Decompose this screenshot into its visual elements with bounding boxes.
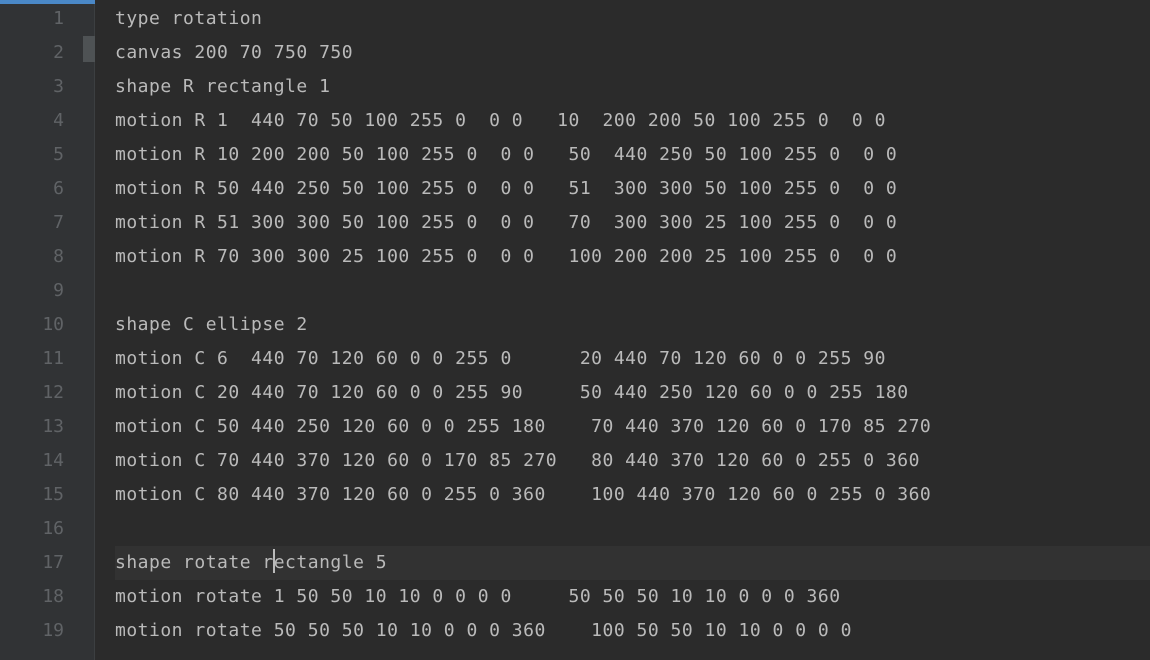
code-line[interactable]: motion C 70 440 370 120 60 0 170 85 270 …: [115, 444, 1150, 478]
code-line[interactable]: motion R 10 200 200 50 100 255 0 0 0 50 …: [115, 138, 1150, 172]
code-text: motion R 1 440 70 50 100 255 0 0 0 10 20…: [115, 110, 886, 131]
line-number: 14: [0, 444, 94, 478]
code-text: canvas 200 70 750 750: [115, 42, 353, 63]
line-number: 3: [0, 70, 94, 104]
code-line[interactable]: motion rotate 50 50 50 10 10 0 0 0 360 1…: [115, 614, 1150, 648]
line-marker: [83, 36, 95, 62]
code-text: shape C ellipse 2: [115, 314, 308, 335]
line-number: 19: [0, 614, 94, 648]
line-number: 7: [0, 206, 94, 240]
line-number: 13: [0, 410, 94, 444]
code-text: motion C 80 440 370 120 60 0 255 0 360 1…: [115, 484, 931, 505]
code-line[interactable]: canvas 200 70 750 750: [115, 36, 1150, 70]
gutter: 12345678910111213141516171819: [0, 0, 95, 660]
code-line[interactable]: motion rotate 1 50 50 10 10 0 0 0 0 50 5…: [115, 580, 1150, 614]
code-line[interactable]: motion C 20 440 70 120 60 0 0 255 90 50 …: [115, 376, 1150, 410]
code-line[interactable]: [115, 512, 1150, 546]
line-number: 5: [0, 138, 94, 172]
text-cursor: [273, 549, 275, 573]
code-line[interactable]: motion R 1 440 70 50 100 255 0 0 0 10 20…: [115, 104, 1150, 138]
code-text: motion R 70 300 300 25 100 255 0 0 0 100…: [115, 246, 897, 267]
code-text: motion C 50 440 250 120 60 0 0 255 180 7…: [115, 416, 931, 437]
code-line[interactable]: shape rotate rectangle 5: [115, 546, 1150, 580]
line-number: 16: [0, 512, 94, 546]
code-line[interactable]: motion C 50 440 250 120 60 0 0 255 180 7…: [115, 410, 1150, 444]
code-text: motion R 51 300 300 50 100 255 0 0 0 70 …: [115, 212, 897, 233]
line-number: 2: [0, 36, 94, 70]
gutter-highlight: [0, 0, 95, 4]
line-number: 15: [0, 478, 94, 512]
code-line[interactable]: shape R rectangle 1: [115, 70, 1150, 104]
code-line[interactable]: shape C ellipse 2: [115, 308, 1150, 342]
code-line[interactable]: motion R 50 440 250 50 100 255 0 0 0 51 …: [115, 172, 1150, 206]
line-number: 10: [0, 308, 94, 342]
code-text: motion rotate 1 50 50 10 10 0 0 0 0 50 5…: [115, 586, 841, 607]
code-text: shape rotate rectangle 5: [115, 552, 387, 573]
code-text: motion rotate 50 50 50 10 10 0 0 0 360 1…: [115, 620, 852, 641]
line-number: 12: [0, 376, 94, 410]
code-line[interactable]: motion C 80 440 370 120 60 0 255 0 360 1…: [115, 478, 1150, 512]
code-text: motion C 70 440 370 120 60 0 170 85 270 …: [115, 450, 920, 471]
line-number: 4: [0, 104, 94, 138]
code-text: motion R 10 200 200 50 100 255 0 0 0 50 …: [115, 144, 897, 165]
line-number: 8: [0, 240, 94, 274]
line-number: 9: [0, 274, 94, 308]
code-line[interactable]: [115, 274, 1150, 308]
code-line[interactable]: type rotation: [115, 2, 1150, 36]
code-text: motion C 6 440 70 120 60 0 0 255 0 20 44…: [115, 348, 886, 369]
line-number: 17: [0, 546, 94, 580]
line-number: 18: [0, 580, 94, 614]
line-number: 1: [0, 2, 94, 36]
code-text: shape R rectangle 1: [115, 76, 330, 97]
line-number: 11: [0, 342, 94, 376]
code-text: motion C 20 440 70 120 60 0 0 255 90 50 …: [115, 382, 909, 403]
line-number: 6: [0, 172, 94, 206]
code-text: type rotation: [115, 8, 262, 29]
code-text: motion R 50 440 250 50 100 255 0 0 0 51 …: [115, 178, 897, 199]
code-line[interactable]: motion R 51 300 300 50 100 255 0 0 0 70 …: [115, 206, 1150, 240]
code-editor[interactable]: 12345678910111213141516171819 type rotat…: [0, 0, 1150, 660]
code-area[interactable]: type rotation canvas 200 70 750 750 shape …: [95, 0, 1150, 660]
code-line[interactable]: motion C 6 440 70 120 60 0 0 255 0 20 44…: [115, 342, 1150, 376]
code-line[interactable]: motion R 70 300 300 25 100 255 0 0 0 100…: [115, 240, 1150, 274]
